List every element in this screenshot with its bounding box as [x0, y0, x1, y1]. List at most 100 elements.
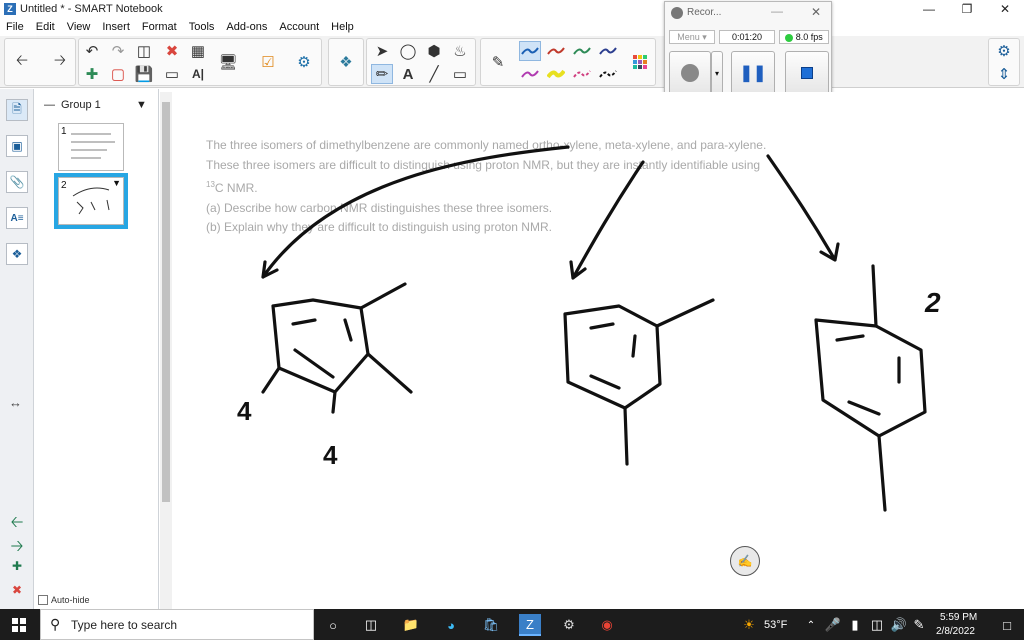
chrome-icon[interactable]: ◉ — [596, 614, 618, 636]
para-mark: 2 — [924, 287, 941, 318]
add-page-side-icon[interactable]: ✚ — [6, 559, 28, 577]
text-tool-icon[interactable]: A| — [187, 64, 209, 84]
recorder-menu-dropdown[interactable]: Menu ▾ — [669, 30, 715, 44]
arrow-to-para — [766, 154, 840, 262]
screen-capture-icon[interactable]: 🖥 — [217, 52, 239, 72]
pen-red-swatch[interactable] — [545, 41, 567, 61]
task-view-icon[interactable]: ◫ — [360, 614, 382, 636]
puzzle-icon[interactable]: ❖ — [335, 52, 357, 72]
maximize-button[interactable]: ❐ — [948, 0, 986, 18]
page-sorter-scrollbar[interactable] — [160, 92, 172, 609]
close-button[interactable]: ✕ — [986, 0, 1024, 18]
save-icon[interactable]: 💾 — [133, 64, 155, 84]
record-button[interactable] — [669, 51, 711, 95]
menu-addons[interactable]: Add-ons — [220, 21, 273, 33]
table-icon[interactable]: ▦ — [187, 41, 209, 61]
toolbar-position-icon[interactable]: ⇕ — [993, 64, 1015, 84]
file-explorer-icon[interactable]: 📁 — [400, 614, 422, 636]
group-header[interactable]: — Group 1 ▼ — [44, 99, 147, 111]
polygon-icon[interactable]: ⬢ — [423, 41, 445, 61]
gallery-tab-icon[interactable]: ▣ — [6, 135, 28, 157]
attachments-tab-icon[interactable]: 📎 — [6, 171, 28, 193]
cortana-icon[interactable]: ○ — [322, 614, 344, 636]
paste-icon[interactable]: ◫ — [133, 41, 155, 61]
color-palette-icon[interactable] — [629, 52, 651, 72]
undo-icon[interactable]: ↶ — [81, 41, 103, 61]
addons-icon[interactable]: ⚙ — [293, 52, 315, 72]
menu-file[interactable]: File — [0, 21, 30, 33]
page-thumbnail-2[interactable]: 2 ▼ — [54, 173, 128, 229]
collapse-icon[interactable]: — — [44, 99, 55, 111]
pen-pink-dashed-swatch[interactable] — [571, 64, 593, 84]
delete-page-icon[interactable]: ▢ — [107, 64, 129, 84]
autohide-label: Auto-hide — [51, 595, 90, 605]
store-icon[interactable]: 🛍 — [480, 614, 502, 636]
microphone-icon[interactable]: 🎤 — [822, 614, 844, 636]
recorder-close-button[interactable]: ✕ — [811, 5, 821, 19]
menu-insert[interactable]: Insert — [96, 21, 136, 33]
highlighter-yellow-swatch[interactable] — [545, 64, 567, 84]
menu-help[interactable]: Help — [325, 21, 360, 33]
pen-blue-swatch[interactable] — [519, 41, 541, 61]
pen-navy-swatch[interactable] — [597, 41, 619, 61]
start-button[interactable] — [0, 609, 38, 640]
smart-notebook-taskbar-icon[interactable]: Z — [519, 614, 541, 636]
menu-account[interactable]: Account — [273, 21, 325, 33]
next-page-icon[interactable]: 🡢 — [6, 535, 28, 555]
menu-tools[interactable]: Tools — [183, 21, 221, 33]
taskbar-search-box[interactable]: ⚲ Type here to search — [40, 609, 314, 640]
autohide-checkbox[interactable] — [38, 595, 48, 605]
delete-icon[interactable]: ✖ — [161, 41, 183, 61]
eraser-icon[interactable]: ▭ — [449, 64, 471, 84]
resize-handle-icon[interactable]: ↔ — [9, 395, 22, 410]
page-sorter-tab-icon[interactable]: 🗎 — [6, 99, 28, 121]
previous-page-icon[interactable]: 🡠 — [6, 511, 28, 531]
pens-icon[interactable]: ✏ — [371, 64, 393, 84]
menu-edit[interactable]: Edit — [30, 21, 61, 33]
minimize-button[interactable]: — — [910, 0, 948, 18]
text-icon[interactable]: A — [397, 64, 419, 84]
shapes-icon[interactable]: ◯ — [397, 41, 419, 61]
pen-purple-swatch[interactable] — [519, 64, 541, 84]
volume-icon[interactable]: 🔊 — [888, 614, 910, 636]
select-pointer-icon[interactable]: ➤ — [371, 41, 393, 61]
stop-button[interactable] — [785, 51, 829, 95]
pen-black-dashed-swatch[interactable] — [597, 64, 619, 84]
forward-arrow-icon[interactable]: 🡢 — [49, 52, 71, 72]
battery-icon[interactable]: ▮ — [844, 614, 866, 636]
fill-icon[interactable]: ♨ — [449, 41, 471, 61]
floating-pen-icon[interactable]: ✍ — [730, 546, 760, 576]
toolbar: 🡠 🡢 ↶ ↷ ◫ ✖ ▦ ✚ ▢ 💾 ▭ A| 🖥 ☑ ⚙ ❖ ➤ ◯ ⬢ ♨… — [0, 36, 1024, 88]
meta-double-bond-2 — [631, 334, 637, 358]
whiteboard-canvas[interactable]: The three isomers of dimethylbenzene are… — [173, 92, 1024, 609]
screen-shade-icon[interactable]: ▭ — [161, 64, 183, 84]
pen-green-swatch[interactable] — [571, 41, 593, 61]
menu-view[interactable]: View — [61, 21, 97, 33]
record-options-dropdown[interactable]: ▾ — [711, 51, 723, 95]
properties-tab-icon[interactable]: A≡ — [6, 207, 28, 229]
tool-app-icon[interactable]: ⚙ — [558, 614, 580, 636]
gear-icon[interactable]: ⚙ — [993, 41, 1015, 61]
lesson-activity-icon[interactable]: ☑ — [257, 52, 279, 72]
add-page-icon[interactable]: ✚ — [81, 64, 103, 84]
scrollbar-thumb[interactable] — [162, 102, 170, 502]
page-thumbnail-1[interactable]: 1 — [58, 123, 124, 171]
group-menu-chevron-icon[interactable]: ▼ — [136, 99, 147, 111]
tray-expand-icon[interactable]: ⌃ — [800, 614, 822, 636]
weather-icon[interactable]: ☀ — [738, 614, 760, 636]
menu-format[interactable]: Format — [136, 21, 183, 33]
network-icon[interactable]: ◫ — [866, 614, 888, 636]
addons-tab-icon[interactable]: ❖ — [6, 243, 28, 265]
notifications-icon[interactable]: □ — [996, 614, 1018, 636]
pen-icon[interactable]: ✎ — [487, 52, 509, 72]
pause-button[interactable]: ❚❚ — [731, 51, 775, 95]
delete-page-side-icon[interactable]: ✖ — [6, 583, 28, 601]
line-icon[interactable]: ╱ — [423, 64, 445, 84]
edge-browser-icon[interactable]: ◕ — [440, 614, 462, 636]
back-arrow-icon[interactable]: 🡠 — [11, 52, 33, 72]
autohide-option[interactable]: Auto-hide — [38, 595, 90, 605]
redo-icon[interactable]: ↷ — [107, 41, 129, 61]
pen-tray-icon[interactable]: ✎ — [908, 614, 930, 636]
recorder-minimize-button[interactable]: — — [771, 4, 783, 18]
recorder-menu-label: Menu — [677, 32, 700, 42]
